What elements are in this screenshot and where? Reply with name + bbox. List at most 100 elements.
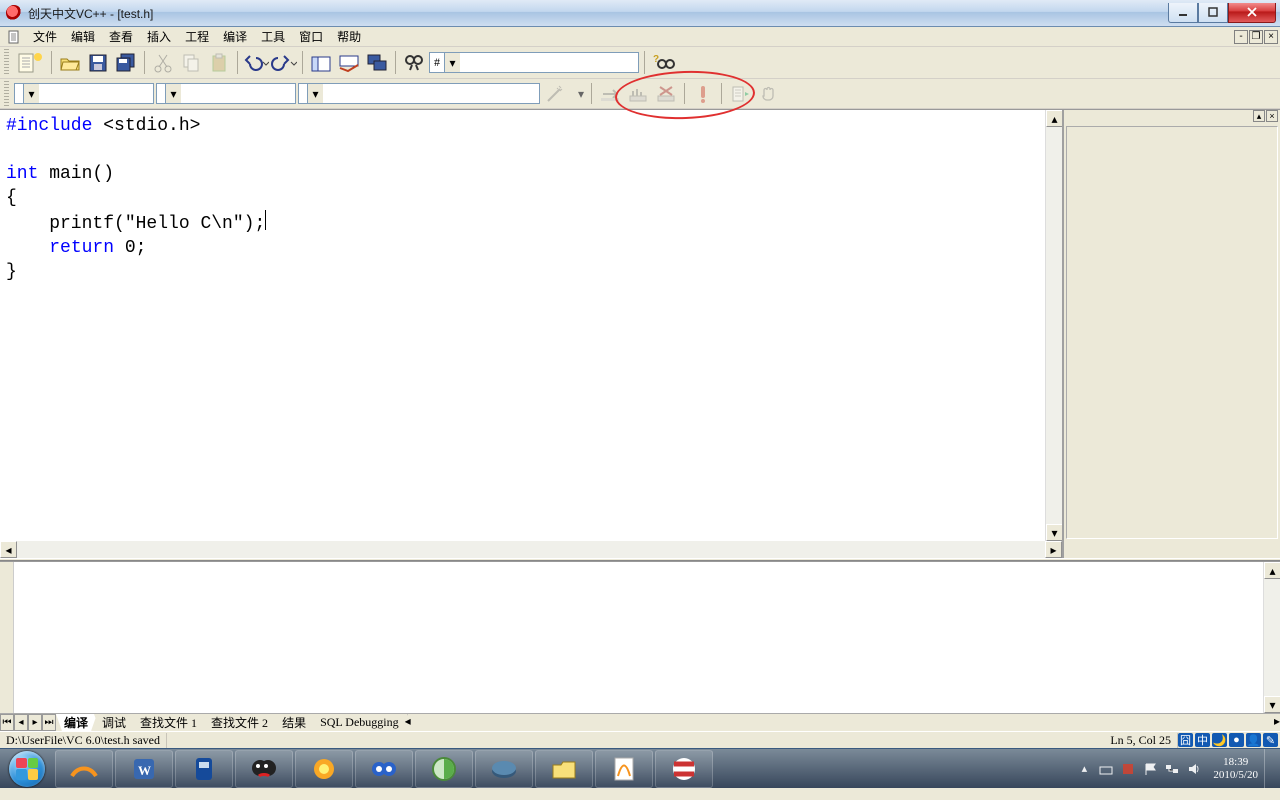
execute-button[interactable] (690, 81, 716, 107)
find-button[interactable] (401, 50, 427, 76)
taskbar-item[interactable] (175, 750, 233, 788)
taskbar-item[interactable] (535, 750, 593, 788)
tab-debug[interactable]: 调试 (94, 714, 135, 731)
toolbar-grip[interactable] (4, 49, 9, 76)
stop-build-button[interactable] (653, 81, 679, 107)
taskbar-item[interactable] (55, 750, 113, 788)
class-combo[interactable]: ▾ (14, 83, 154, 104)
editor-hscroll[interactable]: ◂ ▸ (0, 541, 1280, 558)
workspace-button[interactable] (308, 50, 334, 76)
menu-compile[interactable]: 编译 (216, 26, 254, 47)
save-button[interactable] (85, 50, 111, 76)
taskbar-item[interactable]: W (115, 750, 173, 788)
mdi-restore-button[interactable]: ❐ (1249, 30, 1263, 44)
config-combo[interactable]: ▾ (298, 83, 540, 104)
tab-find1[interactable]: 查找文件 1 (132, 714, 206, 731)
menu-tools[interactable]: 工具 (254, 26, 292, 47)
tray-network-icon[interactable] (1164, 761, 1180, 777)
output-toggle-button[interactable] (336, 50, 362, 76)
scroll-up-icon[interactable]: ▴ (1264, 562, 1280, 579)
tab-nav-first[interactable]: ⏮ (0, 714, 14, 731)
taskbar-item[interactable] (415, 750, 473, 788)
scroll-left-icon[interactable]: ◂ (0, 541, 17, 558)
find-combo[interactable]: #▾ (429, 52, 639, 73)
output-body[interactable] (14, 562, 1263, 713)
pane-close-button[interactable]: × (1266, 110, 1278, 122)
tab-nav-last[interactable]: ⏭ (42, 714, 56, 731)
code-editor[interactable]: #include <stdio.h> int main() { printf("… (0, 110, 1045, 541)
tray-up-icon[interactable]: ▴ (1076, 761, 1092, 777)
scroll-up-icon[interactable]: ▴ (1046, 110, 1063, 127)
close-button[interactable] (1228, 3, 1276, 23)
wand-button[interactable] (542, 81, 568, 107)
copy-button[interactable] (178, 50, 204, 76)
pane-min-button[interactable]: ▴ (1253, 110, 1265, 122)
ime-icon[interactable]: ● (1229, 733, 1244, 747)
output-panel: ▴▾ ⏮◂▸⏭ 编译 调试 查找文件 1 查找文件 2 结果 SQL Debug… (0, 561, 1280, 731)
mdi-minimize-button[interactable]: - (1234, 30, 1248, 44)
breakpoint-hand-icon[interactable] (755, 81, 781, 107)
scroll-right-icon[interactable]: ▸ (1274, 714, 1280, 731)
menu-file[interactable]: 文件 (26, 26, 64, 47)
compile-button[interactable] (597, 81, 623, 107)
find-in-files-button[interactable]: ? (650, 50, 676, 76)
taskbar-item[interactable] (355, 750, 413, 788)
menu-project[interactable]: 工程 (178, 26, 216, 47)
cut-button[interactable] (150, 50, 176, 76)
chevron-down-icon: ▾ (165, 84, 181, 103)
find-combo-text: # (430, 55, 444, 70)
tab-nav-next[interactable]: ▸ (28, 714, 42, 731)
side-pane-body[interactable] (1066, 126, 1278, 539)
tab-sql[interactable]: SQL Debugging (312, 714, 408, 731)
toolbar-grip[interactable] (4, 81, 9, 106)
menu-view[interactable]: 查看 (102, 26, 140, 47)
scroll-right-icon[interactable]: ▸ (1045, 541, 1062, 558)
tab-nav-prev[interactable]: ◂ (14, 714, 28, 731)
output-vscroll[interactable]: ▴▾ (1263, 562, 1280, 713)
windows-orb-icon (9, 751, 45, 787)
ime-icon[interactable]: 👤 (1246, 733, 1261, 747)
ime-icon[interactable]: 🌙 (1212, 733, 1227, 747)
minimize-button[interactable] (1168, 3, 1198, 23)
tray-flag-icon[interactable] (1142, 761, 1158, 777)
tray-icon[interactable] (1098, 761, 1114, 777)
ime-bar[interactable]: 囧 中 🌙 ● 👤 ✎ (1178, 733, 1278, 747)
maximize-button[interactable] (1198, 3, 1228, 23)
tab-compile[interactable]: 编译 (56, 714, 97, 731)
taskbar-item[interactable] (655, 750, 713, 788)
paste-button[interactable] (206, 50, 232, 76)
tab-results[interactable]: 结果 (274, 714, 315, 731)
tab-find2[interactable]: 查找文件 2 (203, 714, 277, 731)
scroll-down-icon[interactable]: ▾ (1046, 524, 1063, 541)
menu-window[interactable]: 窗口 (292, 26, 330, 47)
scroll-down-icon[interactable]: ▾ (1264, 696, 1280, 713)
start-button[interactable] (0, 749, 54, 789)
show-desktop-button[interactable] (1264, 749, 1274, 789)
tray-volume-icon[interactable] (1186, 761, 1202, 777)
menu-edit[interactable]: 编辑 (64, 26, 102, 47)
editor-vscroll[interactable]: ▴ ▾ (1045, 110, 1062, 541)
member-combo[interactable]: ▾ (156, 83, 296, 104)
taskbar-item[interactable] (235, 750, 293, 788)
taskbar-item[interactable] (595, 750, 653, 788)
chevron-down-icon: ▾ (307, 84, 323, 103)
window-list-button[interactable] (364, 50, 390, 76)
ime-icon[interactable]: ✎ (1263, 733, 1278, 747)
undo-button[interactable] (243, 50, 269, 76)
save-all-button[interactable] (113, 50, 139, 76)
redo-button[interactable] (271, 50, 297, 76)
chevron-down-icon[interactable]: ▾ (576, 87, 586, 101)
ime-icon[interactable]: 中 (1195, 733, 1210, 747)
go-button[interactable] (727, 81, 753, 107)
new-text-button[interactable] (14, 50, 46, 76)
taskbar-clock[interactable]: 18:39 2010/5/20 (1213, 756, 1258, 782)
ime-icon[interactable]: 囧 (1178, 733, 1193, 747)
open-button[interactable] (57, 50, 83, 76)
taskbar-item[interactable] (295, 750, 353, 788)
menu-help[interactable]: 帮助 (330, 26, 368, 47)
menu-insert[interactable]: 插入 (140, 26, 178, 47)
mdi-close-button[interactable]: × (1264, 30, 1278, 44)
build-button[interactable] (625, 81, 651, 107)
tray-icon[interactable] (1120, 761, 1136, 777)
taskbar-item[interactable] (475, 750, 533, 788)
